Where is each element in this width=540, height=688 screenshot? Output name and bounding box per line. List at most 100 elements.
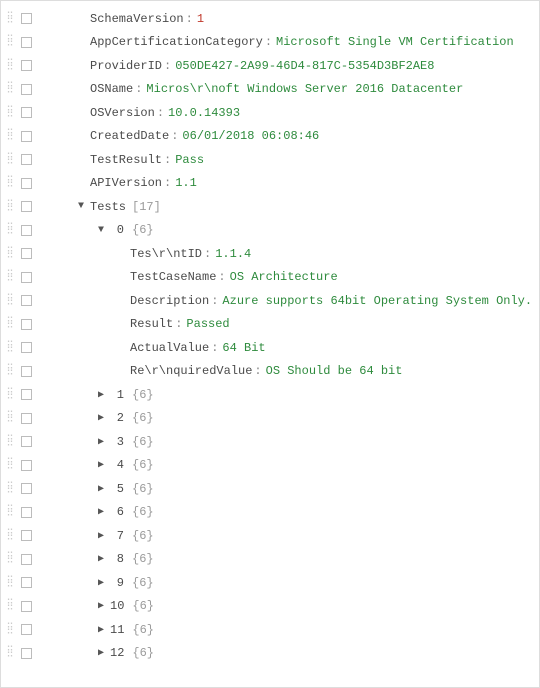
colon-icon: : — [164, 153, 171, 167]
colon-icon: : — [186, 12, 193, 26]
drag-handle-icon[interactable]: ∷∷ — [7, 624, 17, 636]
row-checkbox[interactable] — [21, 342, 32, 353]
drag-handle-icon[interactable]: ∷∷ — [7, 600, 17, 612]
row-checkbox[interactable] — [21, 483, 32, 494]
row-checkbox[interactable] — [21, 107, 32, 118]
expand-toggle-icon[interactable]: ▶ — [94, 577, 108, 589]
expand-toggle-icon[interactable]: ▶ — [94, 459, 108, 471]
json-key: TestResult — [90, 153, 162, 167]
drag-handle-icon[interactable]: ∷∷ — [7, 60, 17, 72]
tree-row: ∷∷ TestCaseName : OS Architecture — [3, 266, 537, 290]
row-checkbox[interactable] — [21, 389, 32, 400]
drag-handle-icon[interactable]: ∷∷ — [7, 201, 17, 213]
colon-icon: : — [157, 106, 164, 120]
drag-handle-icon[interactable]: ∷∷ — [7, 224, 17, 236]
row-checkbox[interactable] — [21, 601, 32, 612]
expand-toggle-icon[interactable]: ▼ — [94, 225, 108, 236]
row-checkbox[interactable] — [21, 507, 32, 518]
json-key: OSVersion — [90, 106, 155, 120]
row-checkbox[interactable] — [21, 13, 32, 24]
row-checkbox[interactable] — [21, 84, 32, 95]
drag-handle-icon[interactable]: ∷∷ — [7, 154, 17, 166]
tree-row-test-5: ∷∷▶5{6} — [3, 477, 537, 501]
tree-row: ∷∷ SchemaVersion : 1 — [3, 7, 537, 31]
json-value: Pass — [175, 153, 204, 167]
object-summary: {6} — [132, 576, 154, 590]
tree-row: ∷∷ ProviderID : 050DE427-2A99-46D4-817C-… — [3, 54, 537, 78]
row-checkbox[interactable] — [21, 131, 32, 142]
row-checkbox[interactable] — [21, 366, 32, 377]
json-value: 1 — [197, 12, 204, 26]
tree-row: ∷∷ APIVersion : 1.1 — [3, 172, 537, 196]
drag-handle-icon[interactable]: ∷∷ — [7, 318, 17, 330]
array-index: 4 — [110, 458, 124, 472]
drag-handle-icon[interactable]: ∷∷ — [7, 83, 17, 95]
drag-handle-icon[interactable]: ∷∷ — [7, 506, 17, 518]
expand-toggle-icon[interactable]: ▶ — [94, 553, 108, 565]
drag-handle-icon[interactable]: ∷∷ — [7, 177, 17, 189]
drag-handle-icon[interactable]: ∷∷ — [7, 577, 17, 589]
expand-toggle-icon[interactable]: ▶ — [94, 389, 108, 401]
array-index: 6 — [110, 505, 124, 519]
expand-toggle-icon[interactable]: ▶ — [94, 412, 108, 424]
row-checkbox[interactable] — [21, 436, 32, 447]
expand-toggle-icon[interactable]: ▶ — [94, 647, 108, 659]
row-checkbox[interactable] — [21, 460, 32, 471]
drag-handle-icon[interactable]: ∷∷ — [7, 389, 17, 401]
drag-handle-icon[interactable]: ∷∷ — [7, 530, 17, 542]
row-checkbox[interactable] — [21, 295, 32, 306]
expand-toggle-icon[interactable]: ▶ — [94, 506, 108, 518]
object-summary: {6} — [132, 529, 154, 543]
drag-handle-icon[interactable]: ∷∷ — [7, 365, 17, 377]
drag-handle-icon[interactable]: ∷∷ — [7, 248, 17, 260]
row-checkbox[interactable] — [21, 60, 32, 71]
tree-row-test-11: ∷∷▶11{6} — [3, 618, 537, 642]
drag-handle-icon[interactable]: ∷∷ — [7, 13, 17, 25]
tree-row-test-9: ∷∷▶9{6} — [3, 571, 537, 595]
object-summary: {6} — [132, 435, 154, 449]
tree-row: ∷∷ OSVersion : 10.0.14393 — [3, 101, 537, 125]
row-checkbox[interactable] — [21, 624, 32, 635]
json-key: Tes\r\ntID — [130, 247, 202, 261]
row-checkbox[interactable] — [21, 648, 32, 659]
tree-row: ∷∷ TestResult : Pass — [3, 148, 537, 172]
drag-handle-icon[interactable]: ∷∷ — [7, 36, 17, 48]
tree-row-test-2: ∷∷▶2{6} — [3, 407, 537, 431]
drag-handle-icon[interactable]: ∷∷ — [7, 436, 17, 448]
expand-toggle-icon[interactable]: ▶ — [94, 624, 108, 636]
row-checkbox[interactable] — [21, 248, 32, 259]
row-checkbox[interactable] — [21, 413, 32, 424]
row-checkbox[interactable] — [21, 37, 32, 48]
drag-handle-icon[interactable]: ∷∷ — [7, 342, 17, 354]
expand-toggle-icon[interactable]: ▶ — [94, 436, 108, 448]
expand-toggle-icon[interactable]: ▶ — [94, 530, 108, 542]
row-checkbox[interactable] — [21, 272, 32, 283]
row-checkbox[interactable] — [21, 154, 32, 165]
drag-handle-icon[interactable]: ∷∷ — [7, 647, 17, 659]
drag-handle-icon[interactable]: ∷∷ — [7, 412, 17, 424]
drag-handle-icon[interactable]: ∷∷ — [7, 295, 17, 307]
drag-handle-icon[interactable]: ∷∷ — [7, 483, 17, 495]
row-checkbox[interactable] — [21, 530, 32, 541]
expand-toggle-icon[interactable]: ▶ — [94, 600, 108, 612]
tree-row-tests: ∷∷ ▼ Tests [17] — [3, 195, 537, 219]
drag-handle-icon[interactable]: ∷∷ — [7, 553, 17, 565]
colon-icon: : — [211, 294, 218, 308]
drag-handle-icon[interactable]: ∷∷ — [7, 271, 17, 283]
row-checkbox[interactable] — [21, 577, 32, 588]
object-summary: {6} — [132, 388, 154, 402]
row-checkbox[interactable] — [21, 225, 32, 236]
drag-handle-icon[interactable]: ∷∷ — [7, 130, 17, 142]
json-key: AppCertificationCategory — [90, 35, 263, 49]
row-checkbox[interactable] — [21, 554, 32, 565]
row-checkbox[interactable] — [21, 178, 32, 189]
tree-row-test-7: ∷∷▶7{6} — [3, 524, 537, 548]
expand-toggle-icon[interactable]: ▶ — [94, 483, 108, 495]
expand-toggle-icon[interactable]: ▼ — [74, 201, 88, 212]
array-index: 0 — [110, 223, 124, 237]
drag-handle-icon[interactable]: ∷∷ — [7, 459, 17, 471]
row-checkbox[interactable] — [21, 201, 32, 212]
row-checkbox[interactable] — [21, 319, 32, 330]
object-summary: {6} — [132, 623, 154, 637]
drag-handle-icon[interactable]: ∷∷ — [7, 107, 17, 119]
